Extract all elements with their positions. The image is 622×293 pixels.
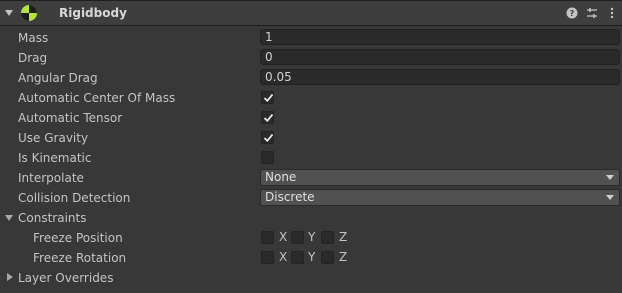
angular-drag-label: Angular Drag [18,71,98,85]
use-gravity-label: Use Gravity [18,131,89,145]
freeze-rotation-y-label: Y [308,250,316,264]
kebab-menu-icon[interactable] [606,7,618,19]
rigidbody-inspector: Rigidbody ? Mass 1 Drag 0 Angular Drag 0… [0,0,622,293]
collision-detection-label: Collision Detection [18,191,131,205]
auto-center-of-mass-checkbox[interactable] [261,91,274,104]
interpolate-value: None [265,170,297,184]
drag-field[interactable]: 0 [260,49,620,65]
freeze-rotation-row: Freeze Rotation X Y Z [0,248,622,268]
freeze-position-z-checkbox[interactable] [321,231,334,244]
foldout-arrow-icon[interactable] [5,10,13,16]
is-kinematic-label: Is Kinematic [18,151,92,165]
freeze-position-x-label: X [279,230,288,244]
freeze-position-z-label: Z [339,230,348,244]
freeze-position-y-checkbox[interactable] [291,231,304,244]
svg-text:?: ? [570,9,575,18]
collision-detection-dropdown[interactable]: Discrete [260,189,620,206]
collision-detection-row: Collision Detection Discrete [0,188,622,208]
drag-label: Drag [18,51,48,65]
freeze-rotation-z-label: Z [339,250,348,264]
freeze-position-label: Freeze Position [33,231,123,245]
foldout-arrow-right-icon[interactable] [7,273,13,281]
auto-tensor-row: Automatic Tensor [0,108,622,128]
auto-center-of-mass-row: Automatic Center Of Mass [0,88,622,108]
interpolate-label: Interpolate [18,171,84,185]
angular-drag-row: Angular Drag 0.05 [0,68,622,88]
is-kinematic-row: Is Kinematic [0,148,622,168]
constraints-label: Constraints [18,211,87,225]
checkmark-icon [263,113,274,123]
mass-label: Mass [18,31,49,45]
interpolate-row: Interpolate None [0,168,622,188]
collision-detection-value: Discrete [265,190,315,204]
freeze-rotation-z-checkbox[interactable] [321,251,334,264]
preset-icon[interactable] [586,7,598,19]
freeze-rotation-y-checkbox[interactable] [291,251,304,264]
freeze-position-x-checkbox[interactable] [261,231,274,244]
layer-overrides-label: Layer Overrides [18,271,114,285]
interpolate-dropdown[interactable]: None [260,169,620,186]
drag-row: Drag 0 [0,48,622,68]
auto-center-of-mass-label: Automatic Center Of Mass [18,91,176,105]
mass-field[interactable]: 1 [260,29,620,45]
auto-tensor-checkbox[interactable] [261,111,274,124]
freeze-position-row: Freeze Position X Y Z [0,228,622,248]
chevron-down-icon [606,195,614,200]
chevron-down-icon [606,175,614,180]
component-title: Rigidbody [59,6,127,20]
freeze-rotation-x-label: X [279,250,288,264]
is-kinematic-checkbox[interactable] [261,151,274,164]
freeze-rotation-label: Freeze Rotation [33,251,127,265]
constraints-foldout[interactable]: Constraints [0,208,622,228]
foldout-arrow-down-icon[interactable] [5,215,13,221]
freeze-position-y-label: Y [308,230,316,244]
component-header[interactable]: Rigidbody ? [0,0,622,26]
rigidbody-icon [20,2,38,24]
checkmark-icon [263,93,274,103]
use-gravity-row: Use Gravity [0,128,622,148]
layer-overrides-foldout[interactable]: Layer Overrides [0,268,622,288]
angular-drag-field[interactable]: 0.05 [260,69,620,85]
checkmark-icon [263,133,274,143]
use-gravity-checkbox[interactable] [261,131,274,144]
mass-row: Mass 1 [0,28,622,48]
help-icon[interactable]: ? [566,7,578,19]
auto-tensor-label: Automatic Tensor [18,111,123,125]
freeze-rotation-x-checkbox[interactable] [261,251,274,264]
